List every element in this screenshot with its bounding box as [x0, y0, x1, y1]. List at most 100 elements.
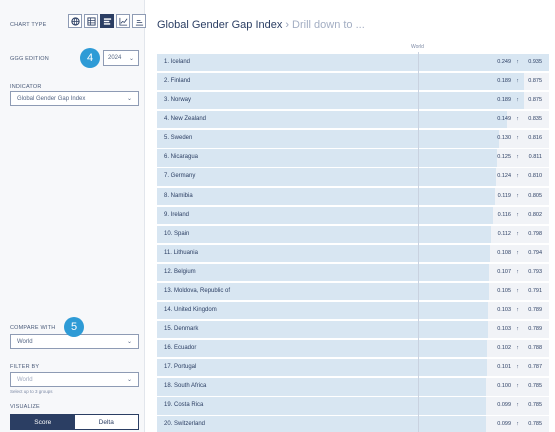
country-name: 1. Iceland: [164, 59, 191, 65]
score-value: 0.788: [528, 345, 542, 352]
drill-down-link[interactable]: Drill down to ...: [292, 19, 365, 31]
score-bar: [157, 149, 497, 167]
score-bar: [157, 92, 524, 110]
list-item[interactable]: 20. Switzerland 0.099 ↑ 0.785: [157, 416, 549, 432]
chart-type-table-button[interactable]: [84, 14, 98, 28]
list-item[interactable]: 1. Iceland 0.249 ↑ 0.935: [157, 54, 549, 72]
country-name: 5. Sweden: [164, 135, 193, 142]
list-item[interactable]: 6. Nicaragua 0.125 ↑ 0.811: [157, 149, 549, 167]
table-icon: [86, 16, 96, 26]
country-name: 10. Spain: [164, 230, 190, 237]
chart-type-label: CHART TYPE: [10, 22, 47, 28]
map-icon: [70, 16, 80, 26]
filter-hint: Select up to 3 groups: [10, 389, 53, 394]
chart-type-buttons: [68, 14, 146, 28]
gap-value: 0.119: [497, 192, 511, 199]
country-name: 16. Ecuador: [164, 345, 197, 352]
indicator-value: Global Gender Gap Index: [17, 95, 86, 102]
gap-value: 0.116: [497, 211, 511, 218]
bar-chart-icon: [103, 17, 111, 25]
score-bar: [157, 130, 500, 148]
up-arrow-icon: ↑: [516, 173, 519, 180]
up-arrow-icon: ↑: [516, 135, 519, 142]
visualize-score-button[interactable]: Score: [11, 415, 75, 429]
chart-type-bar-button[interactable]: [100, 14, 114, 28]
up-arrow-icon: ↑: [516, 402, 519, 409]
score-bar: [157, 263, 490, 282]
score-value: 0.789: [528, 326, 542, 333]
gap-value: 0.101: [497, 364, 511, 371]
filter-placeholder: World: [17, 376, 33, 383]
visualize-delta-button[interactable]: Delta: [74, 415, 138, 429]
up-arrow-icon: ↑: [516, 78, 519, 85]
score-value: 0.811: [528, 154, 542, 161]
list-item[interactable]: 14. United Kingdom 0.103 ↑ 0.789: [157, 302, 549, 320]
list-item[interactable]: 8. Namibia 0.119 ↑ 0.805: [157, 187, 549, 205]
filter-select[interactable]: World ⌄: [10, 372, 139, 387]
score-value: 0.816: [528, 135, 542, 142]
score-bar: [157, 168, 497, 186]
list-item[interactable]: 12. Belgium 0.107 ↑ 0.793: [157, 263, 549, 282]
column-chart-icon: [135, 19, 143, 26]
list-item[interactable]: 13. Moldova, Republic of 0.105 ↑ 0.791: [157, 282, 549, 301]
list-item[interactable]: 11. Lithuania 0.108 ↑ 0.794: [157, 244, 549, 262]
gap-value: 0.189: [497, 97, 511, 104]
up-arrow-icon: ↑: [516, 59, 519, 65]
country-name: 9. Ireland: [164, 211, 190, 218]
chart-type-line-button[interactable]: [116, 14, 130, 28]
compare-label: COMPARE WITH: [10, 325, 56, 331]
score-value: 0.875: [528, 78, 542, 85]
chevron-down-icon: ⌄: [126, 339, 132, 345]
gap-value: 0.108: [497, 249, 511, 256]
list-item[interactable]: 5. Sweden 0.130 ↑ 0.816: [157, 130, 549, 148]
country-name: 3. Norway: [164, 97, 192, 104]
score-value: 0.785: [528, 402, 542, 409]
gap-value: 0.105: [497, 287, 511, 294]
country-name: 8. Namibia: [164, 192, 193, 199]
gap-value: 0.099: [497, 402, 511, 409]
up-arrow-icon: ↑: [516, 326, 519, 333]
list-item[interactable]: 17. Portugal 0.101 ↑ 0.787: [157, 359, 549, 377]
list-item[interactable]: 19. Costa Rica 0.099 ↑ 0.785: [157, 397, 549, 415]
up-arrow-icon: ↑: [516, 287, 519, 294]
list-item[interactable]: 7. Germany 0.124 ↑ 0.810: [157, 168, 549, 186]
list-item[interactable]: 18. South Africa 0.100 ↑ 0.785: [157, 378, 549, 396]
chart-type-map-button[interactable]: [68, 14, 82, 28]
country-name: 2. Finland: [164, 78, 191, 85]
up-arrow-icon: ↑: [516, 421, 519, 428]
gap-value: 0.149: [497, 116, 511, 123]
breadcrumb: Global Gender Gap Index › Drill down to ..…: [157, 19, 365, 31]
filter-label: FILTER BY: [10, 364, 40, 370]
list-item[interactable]: 3. Norway 0.189 ↑ 0.875: [157, 92, 549, 110]
indicator-select[interactable]: Global Gender Gap Index ⌄: [10, 91, 139, 106]
country-name: 14. United Kingdom: [164, 307, 217, 314]
chart-type-column-button[interactable]: [132, 14, 146, 28]
list-item[interactable]: 9. Ireland 0.116 ↑ 0.802: [157, 206, 549, 224]
up-arrow-icon: ↑: [516, 249, 519, 256]
score-bar: [157, 187, 495, 205]
country-name: 17. Portugal: [164, 364, 197, 371]
gap-value: 0.100: [497, 383, 511, 390]
edition-value: 2024: [108, 55, 122, 61]
up-arrow-icon: ↑: [516, 307, 519, 314]
list-item[interactable]: 4. New Zealand 0.149 ↑ 0.835: [157, 111, 549, 129]
list-item[interactable]: 16. Ecuador 0.102 ↑ 0.788: [157, 340, 549, 358]
step-badge-4: 4: [80, 48, 100, 68]
list-item[interactable]: 2. Finland 0.189 ↑ 0.875: [157, 73, 549, 91]
gap-value: 0.099: [497, 421, 511, 428]
ranking-list: 1. Iceland 0.249 ↑ 0.935 2. Finland 0.189 ↑ 0.8…: [157, 54, 549, 432]
line-chart-icon: [118, 17, 127, 26]
score-bar: [157, 378, 487, 396]
edition-select[interactable]: 2024 ⌄: [103, 50, 139, 66]
up-arrow-icon: ↑: [516, 268, 519, 275]
score-value: 0.785: [528, 383, 542, 390]
country-name: 11. Lithuania: [164, 249, 198, 256]
up-arrow-icon: ↑: [516, 116, 519, 123]
list-item[interactable]: 15. Denmark 0.103 ↑ 0.789: [157, 321, 549, 339]
score-value: 0.793: [528, 268, 542, 275]
score-value: 0.810: [528, 173, 542, 180]
up-arrow-icon: ↑: [516, 154, 519, 161]
list-item[interactable]: 10. Spain 0.112 ↑ 0.798: [157, 225, 549, 243]
score-value: 0.787: [528, 364, 542, 371]
edition-label: GGG EDITION: [10, 56, 49, 62]
